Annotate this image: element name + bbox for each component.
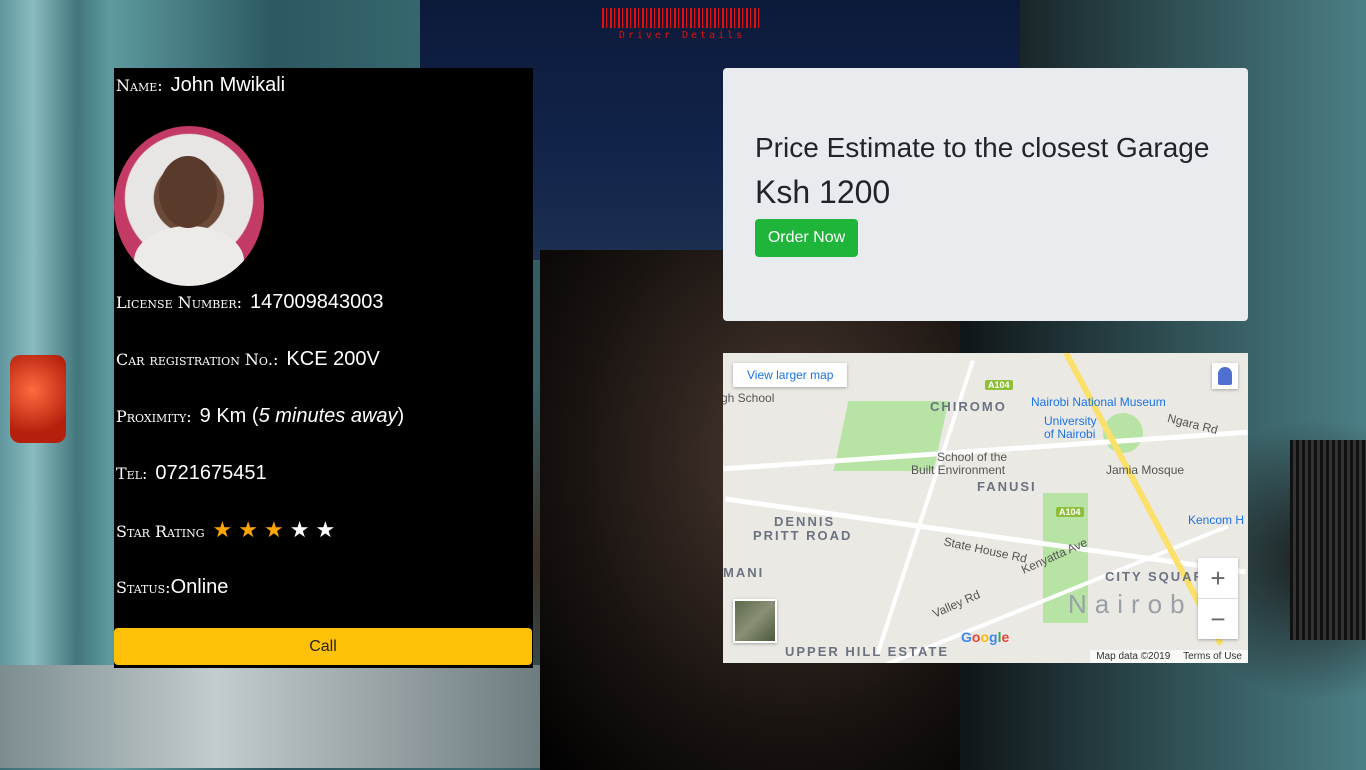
status-value: Online <box>170 576 229 598</box>
price-title: Price Estimate to the closest Garage <box>755 132 1210 163</box>
map-footer: Map data ©2019 Terms of Use <box>1090 650 1248 663</box>
rating-row: Star Rating ★ ★ ★ ★ ★ <box>116 519 336 542</box>
price-value: Ksh 1200 <box>755 174 891 210</box>
background-tail-light <box>10 355 66 443</box>
proximity-row: Proximity: 9 Km (5 minutes away) <box>116 405 404 428</box>
zoom-out-button[interactable]: − <box>1198 599 1238 639</box>
driver-name: John Mwikali <box>170 74 286 96</box>
license-number: 147009843003 <box>250 291 384 313</box>
tel-number[interactable]: 0721675451 <box>155 462 266 485</box>
star-rating: ★ ★ ★ ★ ★ <box>213 519 336 541</box>
status-label: Status: <box>116 578 171 597</box>
driver-avatar <box>114 126 264 286</box>
terms-of-use-link[interactable]: Terms of Use <box>1183 651 1242 662</box>
tel-label: Tel: <box>116 464 148 483</box>
proximity-label: Proximity: <box>116 407 192 426</box>
header-barcode-logo: Driver Details <box>602 8 762 42</box>
proximity-time: 5 minutes away <box>258 405 398 427</box>
satellite-toggle[interactable] <box>733 599 777 643</box>
page-title: Driver Details <box>618 30 746 41</box>
call-button[interactable]: Call <box>114 628 532 665</box>
car-reg-number: KCE 200V <box>286 348 380 370</box>
driver-name-row: Name: John Mwikali <box>116 74 285 97</box>
driver-card: Name: John Mwikali License Number: 14700… <box>114 68 533 668</box>
zoom-in-button[interactable]: + <box>1198 558 1238 598</box>
rating-label: Star Rating <box>116 522 205 541</box>
license-label: License Number: <box>116 293 243 312</box>
star-filled-icon: ★ <box>212 517 233 542</box>
star-empty-icon: ★ <box>315 517 336 542</box>
road-shield: A104 <box>1056 507 1084 517</box>
view-larger-map-link[interactable]: View larger map <box>733 363 848 387</box>
map-data-credit: Map data ©2019 <box>1096 651 1171 662</box>
order-now-button[interactable]: Order Now <box>755 219 858 257</box>
status-row: Status: Online <box>116 576 228 599</box>
price-estimate-panel: Price Estimate to the closest Garage Ksh… <box>723 68 1248 321</box>
star-filled-icon: ★ <box>238 517 258 542</box>
car-reg-label: Car registration No.: <box>116 350 279 369</box>
tel-row: Tel: 0721675451 <box>116 462 267 485</box>
star-empty-icon: ★ <box>289 517 310 542</box>
street-view-pegman-icon[interactable] <box>1212 363 1238 389</box>
barcode-icon <box>602 8 762 28</box>
embedded-map[interactable]: A104 A104 gh School CHIROMO Nairobi Nati… <box>723 353 1248 663</box>
driver-name-label: Name: <box>116 76 163 95</box>
map-zoom-control: + − <box>1198 558 1238 639</box>
license-row: License Number: 147009843003 <box>116 291 384 314</box>
proximity-value: 9 Km (5 minutes away) <box>199 405 405 427</box>
road-shield: A104 <box>985 380 1013 390</box>
google-logo: Google <box>961 629 1010 645</box>
star-filled-icon: ★ <box>263 517 284 542</box>
background-grille <box>1290 440 1366 640</box>
car-reg-row: Car registration No.: KCE 200V <box>116 348 380 371</box>
background-chrome <box>0 665 540 768</box>
